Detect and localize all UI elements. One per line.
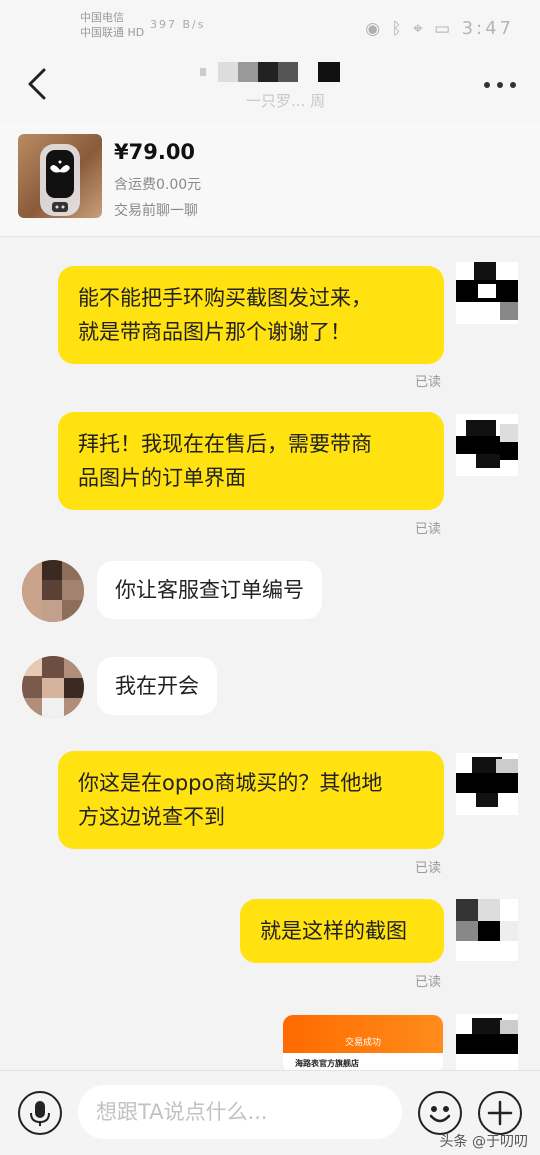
more-dots-icon bbox=[484, 82, 490, 88]
product-note: 交易前聊一聊 bbox=[114, 203, 198, 219]
chat-header: 一只罗... 周 bbox=[0, 52, 540, 122]
contact-subtitle: 一只罗... 周 bbox=[246, 92, 326, 110]
shipping-info: 含运费0.00元 bbox=[114, 177, 202, 193]
message-input[interactable] bbox=[78, 1085, 402, 1139]
message-bubble-outgoing[interactable]: 就是这样的截图 bbox=[240, 899, 444, 963]
message-bubble-incoming[interactable]: 你让客服查订单编号 bbox=[97, 561, 322, 619]
image-message-order-screenshot[interactable]: 交易成功 海路表官方旗舰店 bbox=[283, 1015, 443, 1073]
product-price: ¥79.00 bbox=[114, 140, 196, 164]
contact-name-redacted bbox=[200, 62, 350, 84]
seller-avatar[interactable] bbox=[22, 560, 84, 622]
carrier-line-1: 中国电信 bbox=[80, 11, 124, 24]
bluetooth-icon: ᛒ bbox=[391, 19, 405, 39]
eye-icon: ◉ bbox=[365, 19, 384, 39]
status-bar: 中国电信 中国联通 HD 397 B/s ◉ ᛒ ⌖ ▭ 3:47 bbox=[0, 0, 540, 52]
product-image bbox=[18, 134, 102, 218]
back-button[interactable] bbox=[20, 64, 60, 104]
my-avatar[interactable] bbox=[456, 414, 518, 476]
message-text: 方这边说查不到 bbox=[78, 805, 225, 829]
read-status: 已读 bbox=[415, 975, 442, 990]
microphone-icon bbox=[30, 1101, 50, 1126]
message-text: 能不能把手环购买截图发过来， bbox=[78, 286, 372, 310]
watermark: 头条 @于叨叨 bbox=[439, 1134, 528, 1150]
message-text: 你让客服查订单编号 bbox=[115, 578, 304, 602]
my-avatar[interactable] bbox=[456, 1014, 518, 1070]
message-text: 品图片的订单界面 bbox=[78, 466, 246, 490]
my-avatar[interactable] bbox=[456, 262, 518, 324]
message-text: 我在开会 bbox=[115, 674, 199, 698]
read-status: 已读 bbox=[415, 861, 442, 876]
status-icons: ◉ ᛒ ⌖ ▭ 3:47 bbox=[365, 18, 514, 39]
more-button[interactable] bbox=[482, 72, 518, 96]
my-avatar[interactable] bbox=[456, 753, 518, 815]
message-bubble-outgoing[interactable]: 能不能把手环购买截图发过来， 就是带商品图片那个谢谢了！ bbox=[58, 266, 444, 364]
image-shop-name: 海路表官方旗舰店 bbox=[295, 1059, 359, 1068]
carrier-line-2: 中国联通 HD bbox=[80, 26, 145, 39]
message-text: 你这是在oppo商城买的？其他地 bbox=[78, 771, 383, 795]
add-button[interactable] bbox=[478, 1091, 522, 1135]
message-text: 拜托！我现在在售后，需要带商 bbox=[78, 432, 372, 456]
emoji-icon bbox=[429, 1106, 451, 1123]
message-text: 就是带商品图片那个谢谢了！ bbox=[78, 320, 351, 344]
message-text: 就是这样的截图 bbox=[260, 919, 407, 943]
input-bar: 头条 @于叨叨 bbox=[0, 1070, 540, 1155]
carrier-label: 中国电信 中国联通 HD bbox=[80, 10, 144, 40]
location-icon: ⌖ bbox=[413, 19, 426, 39]
voice-button[interactable] bbox=[18, 1091, 62, 1135]
battery-icon: ▭ bbox=[434, 19, 454, 39]
message-bubble-outgoing[interactable]: 拜托！我现在在售后，需要带商 品图片的订单界面 bbox=[58, 412, 444, 510]
product-card[interactable]: ¥79.00 含运费0.00元 交易前聊一聊 bbox=[0, 122, 540, 237]
image-header-title: 交易成功 bbox=[344, 1038, 381, 1048]
emoji-button[interactable] bbox=[418, 1091, 462, 1135]
my-avatar[interactable] bbox=[456, 899, 518, 961]
seller-avatar[interactable] bbox=[22, 656, 84, 718]
clock: 3:47 bbox=[461, 18, 514, 39]
plus-icon bbox=[487, 1100, 513, 1126]
message-bubble-outgoing[interactable]: 你这是在oppo商城买的？其他地 方这边说查不到 bbox=[58, 751, 444, 849]
message-bubble-incoming[interactable]: 我在开会 bbox=[97, 657, 217, 715]
read-status: 已读 bbox=[415, 522, 442, 537]
read-status: 已读 bbox=[415, 375, 442, 390]
network-speed: 397 B/s bbox=[150, 18, 206, 31]
chevron-left-icon bbox=[28, 68, 46, 100]
